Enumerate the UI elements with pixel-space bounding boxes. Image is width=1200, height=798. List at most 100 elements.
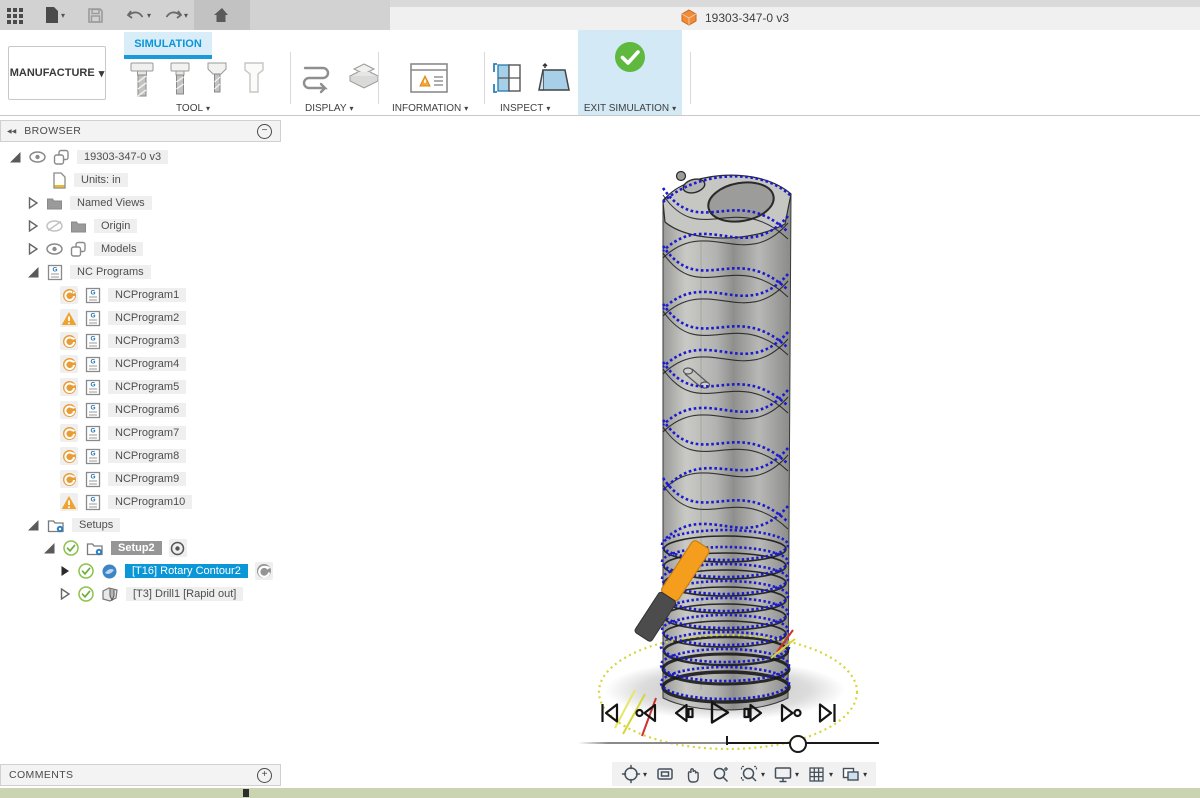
browser-item-label[interactable]: Models bbox=[94, 242, 144, 256]
visibility-eye-icon[interactable] bbox=[46, 243, 63, 255]
go-to-start-button[interactable] bbox=[597, 700, 623, 726]
browser-item-models[interactable]: Models bbox=[26, 240, 144, 258]
add-comment-icon[interactable]: + bbox=[257, 767, 272, 783]
svg-text:G: G bbox=[90, 427, 95, 434]
browser-item-ncprogram[interactable]: G NCProgram10 bbox=[60, 493, 193, 511]
browser-panel-header[interactable]: ◀◀ BROWSER − bbox=[0, 120, 281, 142]
tool-flat-endmill-button[interactable] bbox=[127, 60, 157, 100]
browser-item-label[interactable]: NCProgram7 bbox=[108, 426, 187, 440]
browser-item-label[interactable]: Setup2 bbox=[111, 541, 162, 555]
toolpath-display-button[interactable] bbox=[297, 60, 335, 98]
fit-button[interactable]: ▾ bbox=[739, 764, 765, 784]
browser-item-ncprogram[interactable]: G NCProgram6 bbox=[60, 401, 187, 419]
browser-item-named-views[interactable]: Named Views bbox=[26, 194, 152, 212]
browser-item-label[interactable]: NCProgram6 bbox=[108, 403, 187, 417]
play-button[interactable] bbox=[705, 699, 732, 726]
undo-button[interactable]: ▾ bbox=[120, 0, 157, 30]
step-forward-button[interactable] bbox=[742, 700, 768, 726]
browser-item-label[interactable]: [T3] Drill1 [Rapid out] bbox=[126, 587, 244, 601]
collapsed-arrow-icon[interactable] bbox=[58, 564, 71, 578]
collapse-panel-icon[interactable]: ◀◀ bbox=[7, 128, 16, 135]
browser-item-nc-programs[interactable]: G NC Programs bbox=[26, 263, 151, 281]
measure-button[interactable] bbox=[535, 60, 573, 98]
inspect-group-dropdown[interactable]: INSPECT ▾ bbox=[500, 103, 550, 114]
play-to-end-button[interactable] bbox=[778, 700, 804, 726]
browser-item-label[interactable]: Units: in bbox=[74, 173, 128, 187]
browser-item-ncprogram[interactable]: G NCProgram7 bbox=[60, 424, 187, 442]
browser-item-label[interactable]: NCProgram2 bbox=[108, 311, 187, 325]
comments-panel-header[interactable]: COMMENTS + bbox=[0, 764, 281, 786]
browser-item-ncprogram[interactable]: G NCProgram9 bbox=[60, 470, 187, 488]
collapsed-arrow-icon[interactable] bbox=[26, 219, 39, 233]
play-reverse-button[interactable] bbox=[633, 700, 659, 726]
browser-item-origin[interactable]: Origin bbox=[26, 217, 138, 235]
timeline-slider-handle[interactable] bbox=[789, 735, 807, 753]
section-analysis-button[interactable] bbox=[492, 60, 526, 98]
browser-item-label[interactable]: [T16] Rotary Contour2 bbox=[125, 564, 248, 578]
exit-simulation-dropdown[interactable]: EXIT SIMULATION ▾ bbox=[578, 103, 682, 114]
app-grid-icon[interactable] bbox=[0, 0, 30, 30]
browser-item-label[interactable]: NCProgram5 bbox=[108, 380, 187, 394]
browser-item-root[interactable]: 19303-347-0 v3 bbox=[8, 148, 169, 166]
save-button[interactable] bbox=[81, 0, 110, 30]
browser-item-label[interactable]: Setups bbox=[72, 518, 121, 532]
document-tab[interactable]: 19303-347-0 v3 bbox=[680, 8, 789, 28]
redo-button[interactable]: ▾ bbox=[157, 0, 194, 30]
information-window-button[interactable] bbox=[408, 60, 450, 98]
browser-item-ncprogram[interactable]: G NCProgram4 bbox=[60, 355, 187, 373]
display-group-dropdown[interactable]: DISPLAY ▾ bbox=[305, 103, 354, 114]
browser-item-label[interactable]: NCProgram10 bbox=[108, 495, 193, 509]
viewport-model[interactable] bbox=[495, 150, 975, 772]
zoom-button[interactable] bbox=[711, 764, 731, 784]
browser-item-label[interactable]: NCProgram1 bbox=[108, 288, 187, 302]
expanded-arrow-icon[interactable] bbox=[26, 265, 40, 279]
browser-item-label[interactable]: 19303-347-0 v3 bbox=[77, 150, 169, 164]
collapsed-arrow-icon[interactable] bbox=[58, 587, 71, 601]
browser-item-label[interactable]: NC Programs bbox=[70, 265, 151, 279]
minimize-panel-icon[interactable]: − bbox=[257, 123, 272, 139]
browser-item-units[interactable]: Units: in bbox=[52, 171, 128, 189]
browser-item-operation-rotary-contour2[interactable]: [T16] Rotary Contour2 bbox=[58, 562, 273, 580]
information-group-dropdown[interactable]: INFORMATION ▾ bbox=[392, 103, 468, 114]
orbit-button[interactable]: ▾ bbox=[621, 764, 647, 784]
browser-item-label[interactable]: NCProgram4 bbox=[108, 357, 187, 371]
collapsed-arrow-icon[interactable] bbox=[26, 196, 39, 210]
expanded-arrow-icon[interactable] bbox=[42, 541, 56, 555]
home-view-button[interactable] bbox=[194, 0, 251, 30]
collapsed-arrow-icon[interactable] bbox=[26, 242, 39, 256]
tool-ballmill-button[interactable] bbox=[166, 60, 194, 100]
active-setup-target-icon[interactable] bbox=[168, 539, 187, 557]
look-at-button[interactable] bbox=[655, 764, 675, 784]
browser-item-label[interactable]: Origin bbox=[94, 219, 138, 233]
visibility-eye-icon[interactable] bbox=[29, 151, 46, 163]
exit-simulation-block[interactable]: EXIT SIMULATION ▾ bbox=[578, 30, 682, 115]
workspace-selector[interactable]: MANUFACTURE ▾ bbox=[8, 46, 106, 100]
browser-item-ncprogram[interactable]: G NCProgram2 bbox=[60, 309, 187, 327]
tool-group-dropdown[interactable]: TOOL ▾ bbox=[176, 103, 210, 114]
browser-item-ncprogram[interactable]: G NCProgram1 bbox=[60, 286, 187, 304]
go-to-end-button[interactable] bbox=[814, 700, 840, 726]
tool-holder-button[interactable] bbox=[240, 60, 268, 100]
browser-item-setups[interactable]: Setups bbox=[26, 516, 121, 534]
display-settings-button[interactable]: ▾ bbox=[773, 764, 799, 784]
browser-item-ncprogram[interactable]: G NCProgram8 bbox=[60, 447, 187, 465]
pan-button[interactable] bbox=[683, 764, 703, 784]
step-back-button[interactable] bbox=[669, 700, 695, 726]
browser-item-label[interactable]: Named Views bbox=[70, 196, 152, 210]
browser-item-label[interactable]: NCProgram9 bbox=[108, 472, 187, 486]
browser-item-ncprogram[interactable]: G NCProgram5 bbox=[60, 378, 187, 396]
display-group-icons bbox=[297, 60, 384, 98]
expanded-arrow-icon[interactable] bbox=[8, 150, 22, 164]
tab-simulation[interactable]: SIMULATION bbox=[124, 32, 212, 55]
browser-item-label[interactable]: NCProgram8 bbox=[108, 449, 187, 463]
browser-item-ncprogram[interactable]: G NCProgram3 bbox=[60, 332, 187, 350]
browser-item-operation-drill1[interactable]: [T3] Drill1 [Rapid out] bbox=[58, 585, 244, 603]
tool-chamfer-button[interactable] bbox=[203, 60, 231, 100]
file-menu-button[interactable]: ▾ bbox=[38, 0, 71, 30]
browser-item-label[interactable]: NCProgram3 bbox=[108, 334, 187, 348]
expanded-arrow-icon[interactable] bbox=[26, 518, 40, 532]
viewports-button[interactable]: ▾ bbox=[841, 764, 867, 784]
browser-item-setup2[interactable]: Setup2 bbox=[42, 539, 187, 557]
grid-button[interactable]: ▾ bbox=[807, 764, 833, 784]
visibility-off-eye-icon[interactable] bbox=[46, 220, 63, 232]
